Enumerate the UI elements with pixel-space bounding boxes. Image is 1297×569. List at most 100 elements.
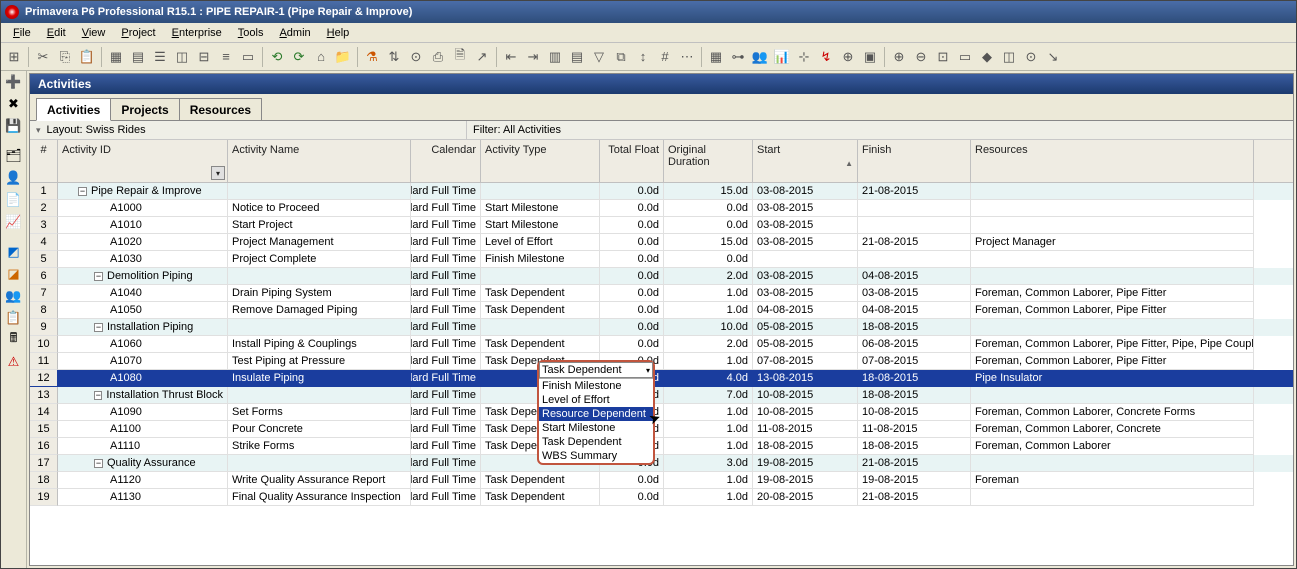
cell-activity-name[interactable]: Strike Forms [228, 438, 411, 455]
menu-enterprise[interactable]: Enterprise [164, 25, 230, 41]
cell-activity-type[interactable]: Task Dependent [481, 489, 600, 506]
tb-collapse-icon[interactable]: ◆ [977, 47, 997, 67]
dropdown-option[interactable]: WBS Summary [539, 449, 653, 463]
col-activity-id[interactable]: Activity ID ▾ [58, 140, 228, 182]
cell-calendar[interactable]: ndard Full Time [411, 421, 481, 438]
cell-finish[interactable]: 04-08-2015 [858, 268, 971, 285]
cell-original-duration[interactable]: 1.0d [664, 404, 753, 421]
cell-original-duration[interactable]: 10.0d [664, 319, 753, 336]
cell-activity-type[interactable]: Finish Milestone [481, 251, 600, 268]
tb-home-icon[interactable]: ⌂ [311, 47, 331, 67]
sb-risk-icon[interactable]: ⚠ [5, 353, 23, 371]
cell-activity-id[interactable]: A1000 [58, 200, 228, 217]
cell-activity-id[interactable]: A1050 [58, 302, 228, 319]
cell-resources[interactable] [971, 455, 1254, 472]
table-row[interactable]: 19A1130Final Quality Assurance Inspectio… [30, 489, 1293, 506]
cell-calendar[interactable]: ndard Full Time [411, 404, 481, 421]
cell-total-float[interactable]: 0.0d [600, 336, 664, 353]
cell-activity-id[interactable]: A1070 [58, 353, 228, 370]
tab-activities[interactable]: Activities [36, 98, 111, 121]
tb-sort-icon[interactable]: ↕ [633, 47, 653, 67]
cell-original-duration[interactable]: 2.0d [664, 268, 753, 285]
dropdown-selected[interactable]: Task Dependent ▾ [539, 362, 653, 378]
col-original-duration[interactable]: Original Duration [664, 140, 753, 182]
sb-calc-icon[interactable]: 🖩 [5, 331, 23, 349]
cell-activity-type[interactable] [481, 268, 600, 285]
cell-start[interactable] [753, 251, 858, 268]
wbs-row[interactable]: 1−Pipe Repair & Improvendard Full Time0.… [30, 183, 1293, 200]
cell-activity-id[interactable]: A1100 [58, 421, 228, 438]
cell-activity-type[interactable]: Start Milestone [481, 217, 600, 234]
menu-admin[interactable]: Admin [271, 25, 318, 41]
menu-view[interactable]: View [74, 25, 114, 41]
sb-save-icon[interactable]: 💾 [5, 117, 23, 135]
col-finish[interactable]: Finish [858, 140, 971, 182]
dropdown-option[interactable]: Level of Effort [539, 393, 653, 407]
cell-original-duration[interactable]: 1.0d [664, 438, 753, 455]
col-start[interactable]: Start ▲ [753, 140, 858, 182]
collapse-icon[interactable]: − [94, 272, 103, 281]
cell-resources[interactable] [971, 251, 1254, 268]
tb-group-icon[interactable]: ⧉ [611, 47, 631, 67]
cell-total-float[interactable]: 0.0d [600, 234, 664, 251]
tb-zoom-in-icon[interactable]: ⊕ [889, 47, 909, 67]
cell-total-float[interactable]: 0.0d [600, 183, 664, 200]
tb-expand-all-icon[interactable]: ◫ [999, 47, 1019, 67]
cell-resources[interactable]: Foreman [971, 472, 1254, 489]
cell-finish[interactable]: 21-08-2015 [858, 183, 971, 200]
sb-wbs-icon[interactable]: ◩ [5, 243, 23, 261]
tb-filter-icon[interactable]: ▽ [589, 47, 609, 67]
cell-activity-type[interactable]: Level of Effort [481, 234, 600, 251]
cell-original-duration[interactable]: 1.0d [664, 421, 753, 438]
cell-activity-name[interactable]: Final Quality Assurance Inspection [228, 489, 411, 506]
sb-act-icon[interactable]: ◪ [5, 265, 23, 283]
cell-start[interactable]: 19-08-2015 [753, 472, 858, 489]
cell-activity-name[interactable]: Notice to Proceed [228, 200, 411, 217]
tb-table-icon[interactable]: ▤ [128, 47, 148, 67]
cell-start[interactable]: 07-08-2015 [753, 353, 858, 370]
cell-finish[interactable]: 18-08-2015 [858, 387, 971, 404]
cell-activity-name[interactable]: Start Project [228, 217, 411, 234]
dropdown-option[interactable]: Finish Milestone [539, 379, 653, 393]
cell-activity-name[interactable]: Remove Damaged Piping [228, 302, 411, 319]
cell-activity-type[interactable]: Task Dependent [481, 285, 600, 302]
tb-paste-icon[interactable]: 📋 [77, 47, 97, 67]
cell-resources[interactable]: Foreman, Common Laborer, Pipe Fitter [971, 302, 1254, 319]
cell-finish[interactable]: 21-08-2015 [858, 489, 971, 506]
cell-calendar[interactable]: ndard Full Time [411, 387, 481, 404]
cell-total-float[interactable]: 0.0d [600, 285, 664, 302]
cell-start[interactable]: 03-08-2015 [753, 217, 858, 234]
cell-calendar[interactable]: ndard Full Time [411, 268, 481, 285]
dropdown-option[interactable]: Task Dependent [539, 435, 653, 449]
cell-calendar[interactable]: ndard Full Time [411, 370, 481, 387]
tb-preview-icon[interactable]: 🗎 [450, 47, 470, 67]
col-calendar[interactable]: Calendar [411, 140, 481, 182]
cell-original-duration[interactable]: 7.0d [664, 387, 753, 404]
cell-start[interactable]: 10-08-2015 [753, 387, 858, 404]
cell-activity-id[interactable]: −Pipe Repair & Improve [58, 183, 228, 200]
cell-total-float[interactable]: 0.0d [600, 268, 664, 285]
cell-activity-name[interactable]: Insulate Piping [228, 370, 411, 387]
cell-start[interactable]: 03-08-2015 [753, 285, 858, 302]
cell-activity-id[interactable]: A1060 [58, 336, 228, 353]
tb-split-icon[interactable]: ◫ [172, 47, 192, 67]
cell-finish[interactable]: 04-08-2015 [858, 302, 971, 319]
collapse-icon[interactable]: − [78, 187, 87, 196]
cell-original-duration[interactable]: 15.0d [664, 234, 753, 251]
cell-resources[interactable]: Foreman, Common Laborer, Pipe Fitter [971, 285, 1254, 302]
tb-wbs-icon[interactable]: ▭ [238, 47, 258, 67]
cell-resources[interactable] [971, 183, 1254, 200]
cell-resources[interactable] [971, 489, 1254, 506]
wbs-row[interactable]: 13−Installation Thrust Blockndard Full T… [30, 387, 1293, 404]
tb-back-icon[interactable]: ⟲ [267, 47, 287, 67]
tb-bars-icon[interactable]: ≡ [216, 47, 236, 67]
cell-activity-id[interactable]: A1090 [58, 404, 228, 421]
cell-activity-type[interactable]: Task Dependent [481, 302, 600, 319]
sb-assign-icon[interactable]: 👥 [5, 287, 23, 305]
cell-original-duration[interactable]: 1.0d [664, 285, 753, 302]
tb-find-icon[interactable]: # [655, 47, 675, 67]
cell-finish[interactable]: 07-08-2015 [858, 353, 971, 370]
cell-activity-id[interactable]: −Quality Assurance [58, 455, 228, 472]
cell-original-duration[interactable]: 3.0d [664, 455, 753, 472]
table-row[interactable]: 2A1000Notice to Proceedndard Full TimeSt… [30, 200, 1293, 217]
